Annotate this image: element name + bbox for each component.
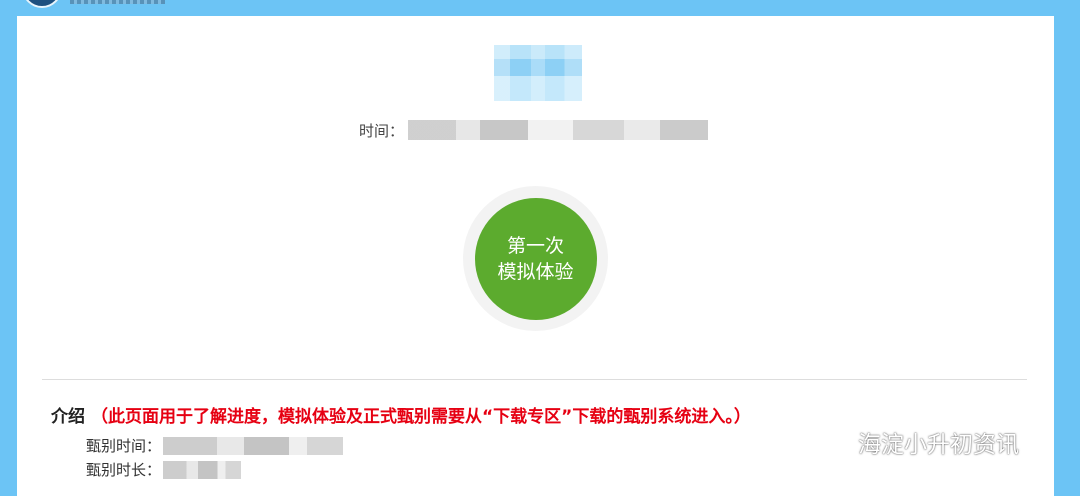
time-label: 时间： bbox=[359, 121, 405, 140]
exam-time-field: 甄别时间： bbox=[86, 435, 344, 456]
start-mock-exam-button[interactable]: 第一次 模拟体验 bbox=[474, 197, 597, 320]
time-value-blurred bbox=[408, 120, 709, 140]
exam-time-field-label: 甄别时间： bbox=[86, 437, 162, 455]
exam-title-blurred bbox=[494, 45, 582, 101]
intro-heading: 介绍 （此页面用于了解进度，模拟体验及正式甄别需要从“下载专区”下载的甄别系统进… bbox=[51, 402, 751, 427]
start-button-line2: 模拟体验 bbox=[497, 260, 574, 283]
intro-note: （此页面用于了解进度，模拟体验及正式甄别需要从“下载专区”下载的甄别系统进入。） bbox=[91, 407, 751, 427]
exam-duration-field: 甄别时长： bbox=[86, 459, 242, 480]
start-button-line1: 第一次 bbox=[506, 234, 564, 257]
watermark: 海淀小升初资讯 bbox=[818, 425, 1019, 459]
site-logo-tagline-blurred bbox=[70, 0, 165, 4]
exam-time-row: 时间： bbox=[359, 119, 709, 141]
watermark-text: 海淀小升初资讯 bbox=[858, 432, 1019, 458]
exam-duration-field-value-blurred bbox=[163, 460, 242, 479]
exam-time-field-value-blurred bbox=[163, 436, 344, 455]
content-card: 时间： 第一次 模拟体验 介绍 （此页面用于了解进度，模拟体验及正式甄别需要从“… bbox=[17, 16, 1054, 496]
site-logo-icon bbox=[22, 0, 66, 8]
intro-label: 介绍 bbox=[51, 407, 85, 427]
section-divider bbox=[42, 379, 1027, 380]
exam-duration-field-label: 甄别时长： bbox=[86, 461, 162, 479]
wechat-icon bbox=[819, 430, 850, 454]
start-button-ring: 第一次 模拟体验 bbox=[463, 186, 608, 331]
